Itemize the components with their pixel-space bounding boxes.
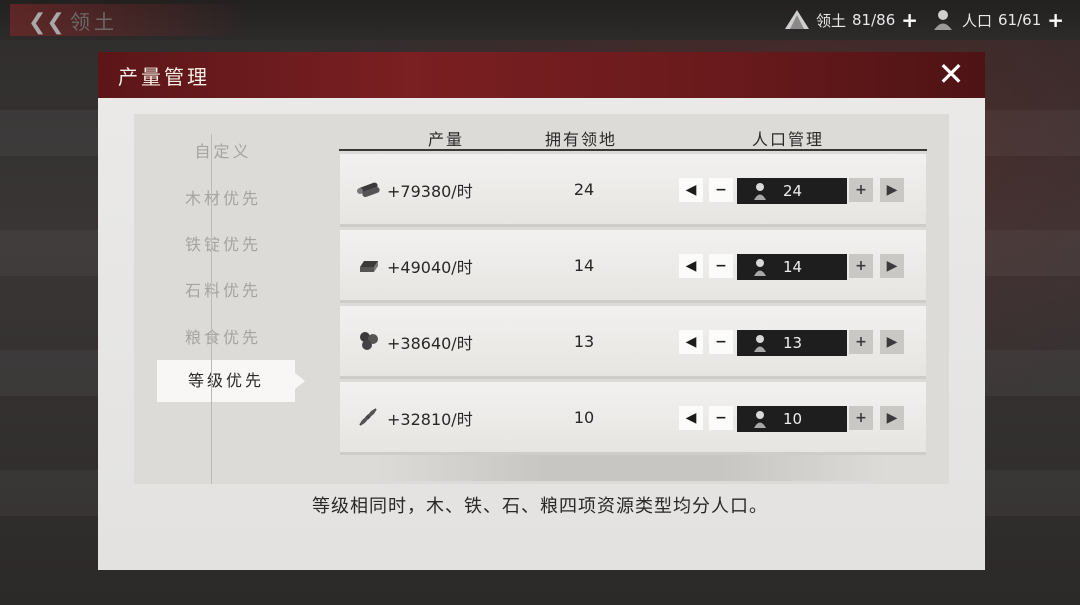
increase-max-button[interactable]: ▶ (880, 178, 904, 202)
increase-max-button[interactable]: ▶ (880, 406, 904, 430)
population-value: 24 (783, 182, 803, 200)
territory-count: 24 (573, 180, 595, 199)
plus-button[interactable]: + (849, 330, 873, 354)
header-rule (339, 149, 927, 151)
increase-max-button[interactable]: ▶ (880, 330, 904, 354)
production-value: +38640/时 (387, 334, 473, 353)
close-button[interactable]: ✕ (933, 56, 969, 92)
production-value: +32810/时 (387, 410, 473, 429)
table-row: +79380/时 24 ◀ − 24 + ▶ (340, 154, 926, 227)
stone-icon (360, 332, 378, 350)
top-title: 领土 (70, 10, 118, 34)
minus-button[interactable]: − (709, 330, 733, 354)
territory-count: 14 (573, 256, 595, 275)
territory-icon (785, 10, 809, 29)
sidebar-divider (211, 134, 212, 484)
population-value: 61/61 (998, 11, 1042, 29)
territory-label: 领土 (816, 11, 847, 30)
territory-count: 13 (573, 332, 595, 351)
population-stepper[interactable]: 14 (737, 254, 847, 280)
dialog-title: 产量管理 (118, 65, 210, 89)
decrease-max-button[interactable]: ◀ (679, 330, 703, 354)
dialog-header: 产量管理 ✕ (98, 52, 985, 98)
territory-value: 81/86 (852, 11, 896, 29)
minus-button[interactable]: − (709, 254, 733, 278)
back-arrow-icon: ❮❮ (28, 10, 65, 35)
plus-button[interactable]: + (849, 178, 873, 202)
iron-icon (360, 261, 378, 272)
territory-counter: 领土 81/86 + (784, 7, 918, 33)
population-stepper[interactable]: 10 (737, 406, 847, 432)
territory-count: 10 (573, 408, 595, 427)
population-value: 10 (783, 410, 803, 428)
sidebar-item-level[interactable]: 等级优先 (157, 360, 305, 402)
sidebar-item-stone[interactable]: 石料优先 (158, 277, 288, 301)
decrease-max-button[interactable]: ◀ (679, 178, 703, 202)
minus-button[interactable]: − (709, 178, 733, 202)
wood-icon (357, 182, 380, 198)
sidebar-item-wood[interactable]: 木材优先 (158, 185, 288, 209)
header-production: 产量 (428, 130, 465, 149)
sidebar-item-grain[interactable]: 粮食优先 (158, 324, 288, 348)
scroll-indicator (378, 455, 886, 481)
table-row: +38640/时 13 ◀ − 13 + ▶ (340, 306, 926, 379)
person-icon (754, 411, 766, 428)
table-row: +49040/时 14 ◀ − 14 + ▶ (340, 230, 926, 303)
decrease-max-button[interactable]: ◀ (679, 406, 703, 430)
sidebar-item-custom[interactable]: 自定义 (158, 138, 288, 162)
plus-button[interactable]: + (849, 406, 873, 430)
population-label: 人口 (962, 11, 993, 30)
grain-icon (359, 408, 377, 426)
population-add-button[interactable]: + (1047, 10, 1064, 30)
top-bar: ❮❮ 领土 领土 81/86 + 人口 61/61 + (0, 0, 1080, 40)
decrease-max-button[interactable]: ◀ (679, 254, 703, 278)
back-button[interactable]: ❮❮ (10, 4, 250, 36)
production-value: +79380/时 (387, 182, 473, 201)
sidebar-item-iron[interactable]: 铁锭优先 (158, 231, 288, 255)
population-value: 14 (783, 258, 803, 276)
person-icon (754, 335, 766, 352)
header-population: 人口管理 (752, 130, 825, 149)
population-stepper[interactable]: 13 (737, 330, 847, 356)
production-value: +49040/时 (387, 258, 473, 277)
population-value: 13 (783, 334, 803, 352)
population-stepper[interactable]: 24 (737, 178, 847, 204)
minus-button[interactable]: − (709, 406, 733, 430)
population-icon (934, 10, 952, 30)
distribution-note: 等级相同时，木、铁、石、粮四项资源类型均分人口。 (312, 496, 768, 517)
plus-button[interactable]: + (849, 254, 873, 278)
population-counter: 人口 61/61 + (930, 7, 1064, 33)
header-territory: 拥有领地 (545, 130, 618, 149)
increase-max-button[interactable]: ▶ (880, 254, 904, 278)
table-row: +32810/时 10 ◀ − 10 + ▶ (340, 382, 926, 455)
territory-add-button[interactable]: + (901, 10, 918, 30)
person-icon (754, 259, 766, 276)
person-icon (754, 183, 766, 200)
